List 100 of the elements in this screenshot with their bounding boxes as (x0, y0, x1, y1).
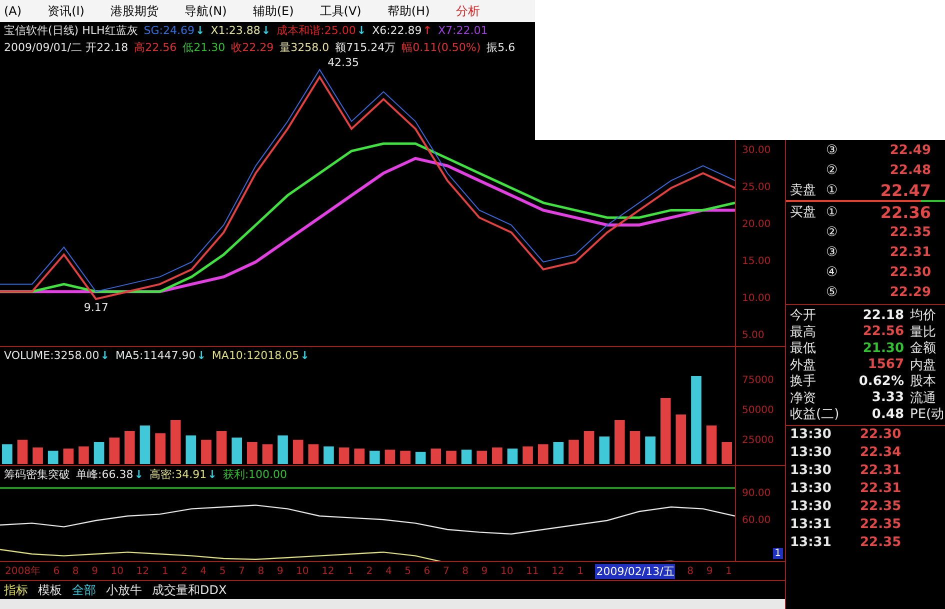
price-label: 42.35 (328, 56, 360, 69)
indicator-value: X7:22.01 (438, 24, 488, 37)
date-label: 8 (686, 566, 695, 576)
menu-item[interactable]: 帮助(H) (387, 2, 430, 20)
trend-arrow: ↓ (300, 349, 310, 362)
menu-item[interactable]: 导航(N) (184, 2, 227, 20)
quote-value: 高22.56 (134, 40, 177, 55)
date-label: 9 (90, 566, 99, 576)
trade-time: 13:30 (790, 445, 832, 460)
trade-price: 22.34 (860, 445, 902, 460)
stat-value: 21.30 (862, 340, 905, 356)
indicator-value: 成本和谐:25.00 (276, 23, 356, 38)
date-label: 9 (480, 566, 489, 576)
trend-arrow: ↓ (195, 24, 205, 37)
menu-item[interactable]: 港股期货 (110, 2, 158, 20)
quote-value: 量3258.0 (280, 40, 330, 55)
trade-price: 22.35 (860, 535, 902, 550)
axis-label: 30.00 (742, 145, 771, 156)
volume-value: VOLUME:3258.00 (4, 349, 100, 362)
date-label: 12 (550, 566, 566, 576)
axis-label: 25000 (742, 435, 774, 446)
quote-value: 收22.29 (231, 40, 274, 55)
volume-value: MA10:12018.05 (212, 349, 300, 362)
date-label: 8 (461, 566, 470, 576)
quote-value: 2009/09/01/二 开22.18 (4, 40, 128, 55)
quote-value: 低21.30 (182, 40, 226, 55)
stat-label: 金额 (910, 340, 936, 358)
date-label: 4 (384, 566, 393, 576)
date-label: 10 (110, 566, 124, 576)
trade-price: 22.30 (860, 427, 902, 442)
trade-price: 22.31 (860, 481, 902, 496)
axis-label: 50000 (742, 405, 774, 416)
date-label: 1 (576, 566, 584, 576)
date-label: 10 (499, 566, 514, 576)
quote-value: 幅0.11(0.50%) (402, 40, 481, 55)
stat-label: 内盘 (910, 356, 936, 374)
order-price: 22.48 (888, 162, 932, 178)
stat-label: 最低 (790, 340, 817, 358)
menu-item[interactable]: 分析 (456, 2, 480, 20)
stat-label: 收益(二) (790, 406, 840, 424)
menu-item[interactable]: 辅助(E) (252, 2, 294, 20)
trend-arrow: ↓ (208, 468, 217, 481)
axis-label: 20.00 (742, 219, 771, 230)
menu-item[interactable]: (A) (4, 4, 22, 18)
chip-value: 单峰:66.38 (76, 467, 134, 482)
date-label: 2 (180, 566, 188, 576)
axis-label: 25.00 (742, 182, 771, 193)
stat-label: PE(动 (910, 406, 944, 424)
trade-time: 13:31 (790, 535, 832, 550)
indicator-value: X6:22.89 (372, 24, 422, 37)
order-price: 22.29 (888, 284, 932, 300)
date-label: 2008年 (4, 565, 42, 578)
menu-item[interactable]: 工具(V) (320, 2, 362, 20)
axis-label: 60.00 (742, 515, 771, 526)
stat-label: 均价 (910, 307, 936, 324)
quote-value: 额715.24万 (335, 40, 396, 55)
axis-label: 90.00 (742, 488, 771, 499)
stat-label: 换手 (790, 373, 817, 390)
order-price: 22.30 (888, 264, 932, 280)
date-label: 1 (724, 566, 733, 576)
stat-value: 3.33 (870, 390, 905, 406)
indicator-tab[interactable]: 模板 (38, 582, 62, 598)
date-label: 7 (238, 566, 246, 576)
order-level: ① (826, 182, 839, 198)
stat-label: 今开 (790, 307, 817, 324)
date-label: 1 (346, 566, 354, 576)
stat-label: 流通 (910, 390, 936, 407)
trend-arrow: ↓ (134, 468, 144, 481)
order-price: 22.49 (888, 142, 932, 158)
trade-price: 22.31 (860, 463, 902, 478)
order-level: ① (826, 204, 839, 220)
indicator-tab[interactable]: 全部 (72, 582, 96, 598)
tab-group-label: 指标 (4, 582, 28, 598)
trend-arrow: ↓ (356, 24, 366, 37)
order-level: ④ (826, 264, 839, 280)
order-side: 买盘 (790, 205, 816, 220)
trade-time: 13:30 (790, 499, 832, 514)
trend-arrow: ↑ (422, 24, 432, 37)
stat-label: 最高 (790, 324, 817, 341)
date-label: 6 (422, 566, 432, 576)
date-label: 1 (160, 566, 170, 576)
axis-label: 10.00 (742, 293, 771, 304)
indicator-value: 宝信软件(日线) HLH红蓝灰 (4, 23, 138, 38)
date-label: 11 (525, 566, 540, 576)
axis-label: 75000 (742, 375, 774, 386)
stat-value: 22.18 (862, 308, 905, 323)
date-label: 6 (52, 566, 61, 576)
indicator-tab[interactable]: 成交量和DDX (152, 582, 227, 598)
stat-label: 外盘 (790, 356, 817, 374)
trade-time: 13:30 (790, 427, 832, 442)
stat-label: 股本 (910, 373, 936, 390)
price-label: 9.17 (84, 301, 108, 314)
order-price: 22.31 (888, 244, 932, 260)
date-label: 9 (705, 566, 714, 576)
indicator-tab[interactable]: 小放牛 (106, 582, 142, 598)
axis-label: 15.00 (742, 256, 771, 267)
order-level: ⑤ (826, 284, 839, 300)
chip-value: 获利:100.00 (222, 467, 288, 482)
trend-arrow: ↓ (261, 24, 271, 37)
menu-item[interactable]: 资讯(I) (48, 2, 84, 20)
